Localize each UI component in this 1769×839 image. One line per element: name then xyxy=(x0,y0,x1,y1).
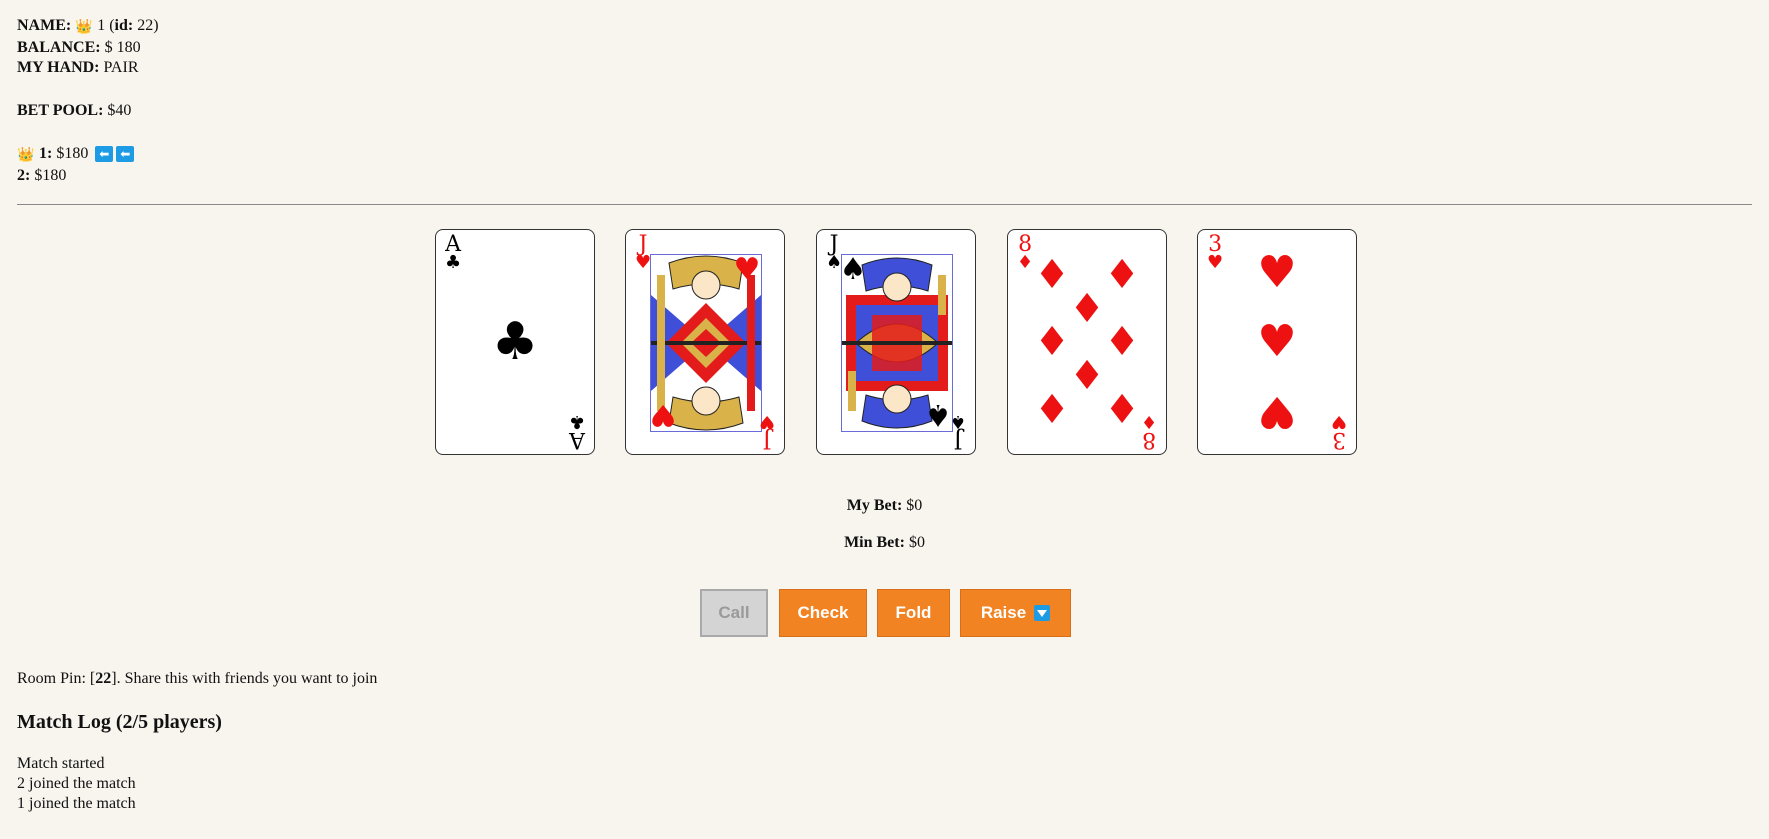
player-name: 1 xyxy=(97,17,106,34)
heart-pip-icon: ♥ xyxy=(733,252,761,287)
player-entry-2: 2: $180 xyxy=(17,166,159,186)
player-list: 👑 1: $180 ⬅ ⬅ 2: $180 xyxy=(17,144,159,186)
fold-button-label: Fold xyxy=(895,603,932,622)
my-bet-row: My Bet: $0 xyxy=(0,497,1769,515)
player-name-row: NAME: 👑 1 (id: 22) xyxy=(17,16,159,38)
card-corner: 8 ♦ xyxy=(1017,234,1034,273)
crown-icon: 👑 xyxy=(75,20,93,35)
card-suit: ♠ xyxy=(949,411,966,432)
card-jack-of-hearts: J ♥ ♥ ♥ J ♥ xyxy=(625,229,785,455)
min-bet-label: Min Bet: xyxy=(844,534,905,551)
raise-button-label: Raise xyxy=(980,603,1027,622)
my-bet-value: $0 xyxy=(906,497,923,514)
call-button[interactable]: Call xyxy=(700,589,768,637)
card-suit: ♥ xyxy=(635,252,652,273)
card-corner: 8 ♦ xyxy=(1140,411,1157,452)
diamond-pip-icon: ♦ xyxy=(1104,319,1140,365)
card-rank: J xyxy=(953,427,963,452)
log-entry: Match started xyxy=(17,755,105,772)
dropdown-arrow-icon[interactable] xyxy=(1034,605,1051,621)
diamond-pip-icon: ♦ xyxy=(1069,353,1105,399)
card-suit: ♣ xyxy=(568,411,585,432)
call-button-label: Call xyxy=(718,603,750,622)
card-suit: ♣ xyxy=(445,252,462,273)
log-entry: 2 joined the match xyxy=(17,775,136,792)
log-entry: 1 joined the match xyxy=(17,795,136,812)
card-rank: J xyxy=(762,427,772,452)
hand-label: MY HAND: xyxy=(17,59,100,76)
id-label: id: xyxy=(114,17,134,34)
room-pin-suffix: ]. Share this with friends you want to j… xyxy=(111,670,378,687)
match-log: Match started 2 joined the match 1 joine… xyxy=(17,754,136,814)
balance-value: $ 180 xyxy=(104,39,141,56)
fold-button[interactable]: Fold xyxy=(877,589,950,637)
player-entry-1: 👑 1: $180 ⬅ ⬅ xyxy=(17,144,159,166)
card-ace-of-clubs: A ♣ ♣ A ♣ xyxy=(435,229,595,455)
dealer-arrow-icon: ⬅ xyxy=(116,146,135,162)
raise-button[interactable]: Raise xyxy=(960,589,1071,637)
name-label: NAME: xyxy=(17,17,72,34)
card-suit: ♦ xyxy=(1017,252,1034,273)
card-corner: A ♣ xyxy=(445,234,462,273)
player-info: NAME: 👑 1 (id: 22) BALANCE: $ 180 MY HAN… xyxy=(17,16,159,186)
card-rank: A xyxy=(568,427,585,452)
bet-pool-row: BET POOL: $40 xyxy=(17,101,159,121)
spade-pip-icon: ♠ xyxy=(839,252,867,287)
player-entry-name: 2: xyxy=(17,167,31,184)
diamond-pip-icon: ♦ xyxy=(1069,286,1105,332)
room-pin-value: 22 xyxy=(95,670,112,687)
card-suit: ♥ xyxy=(1207,252,1224,273)
diamond-pip-icon: ♦ xyxy=(1034,319,1070,365)
heart-pip-icon: ♥ xyxy=(1257,316,1297,367)
diamond-pip-icon: ♦ xyxy=(1034,387,1070,433)
card-corner: J ♥ xyxy=(758,411,775,452)
min-bet-value: $0 xyxy=(908,534,925,551)
spade-pip-icon: ♠ xyxy=(924,397,952,432)
heart-pip-icon: ♥ xyxy=(1257,386,1297,437)
card-corner: J ♥ xyxy=(635,234,652,273)
heart-pip-icon: ♥ xyxy=(1257,247,1297,298)
my-bet-label: My Bet: xyxy=(846,497,903,514)
bet-pool-label: BET POOL: xyxy=(17,102,104,119)
bet-pool-value: $40 xyxy=(107,102,132,119)
diamond-pip-icon: ♦ xyxy=(1034,252,1070,298)
card-three-of-hearts: 3 ♥ ♥ ♥ ♥ 3 ♥ xyxy=(1197,229,1357,455)
player-entry-balance: $180 xyxy=(34,167,67,184)
match-log-title: Match Log (2/5 players) xyxy=(17,711,222,733)
player-entry-name: 1: xyxy=(39,145,53,162)
check-button[interactable]: Check xyxy=(779,589,867,637)
diamond-pip-icon: ♦ xyxy=(1104,252,1140,298)
card-eight-of-diamonds: 8 ♦ ♦ ♦ ♦ ♦ ♦ ♦ ♦ ♦ 8 ♦ xyxy=(1007,229,1167,455)
diamond-pip-icon: ♦ xyxy=(1104,387,1140,433)
card-suit: ♥ xyxy=(1330,411,1347,432)
card-suit: ♥ xyxy=(758,411,775,432)
card-suit: ♦ xyxy=(1140,411,1157,432)
heart-pip-icon: ♥ xyxy=(649,397,677,432)
card-corner: 3 ♥ xyxy=(1330,411,1347,452)
divider xyxy=(17,204,1752,205)
room-pin-prefix: Room Pin: [ xyxy=(17,670,96,687)
card-corner: 3 ♥ xyxy=(1207,234,1224,273)
crown-icon: 👑 xyxy=(17,148,35,163)
card-rank: 8 xyxy=(1141,427,1156,452)
player-entry-balance: $180 xyxy=(56,145,89,162)
card-corner: A ♣ xyxy=(568,411,585,452)
card-corner: J ♠ xyxy=(949,411,966,452)
balance-label: BALANCE: xyxy=(17,39,101,56)
card-jack-of-spades: J ♠ ♠ ♠ J ♠ xyxy=(816,229,976,455)
check-button-label: Check xyxy=(797,603,849,622)
club-pip-icon: ♣ xyxy=(491,312,539,372)
hand-row: MY HAND: PAIR xyxy=(17,58,159,78)
player-id: 22) xyxy=(137,17,159,34)
min-bet-row: Min Bet: $0 xyxy=(0,534,1769,552)
turn-arrow-icon: ⬅ xyxy=(95,146,114,162)
hand-value: PAIR xyxy=(103,59,139,76)
card-rank: 3 xyxy=(1331,427,1346,452)
balance-row: BALANCE: $ 180 xyxy=(17,38,159,58)
room-pin-text: Room Pin: [22]. Share this with friends … xyxy=(17,670,377,688)
